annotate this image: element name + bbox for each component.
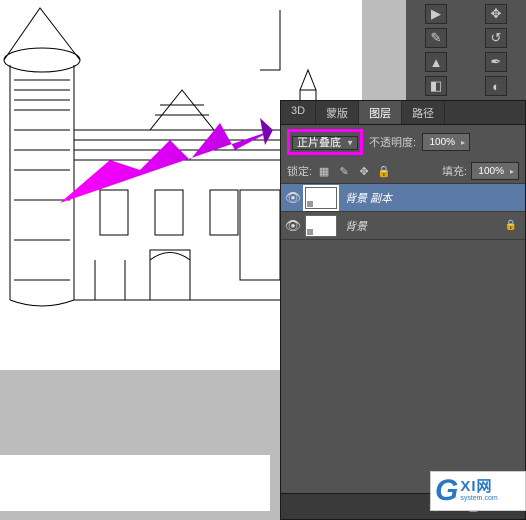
lock-transparency-icon[interactable]: ▦ [316, 163, 332, 179]
watermark-line1: XI网 [460, 479, 497, 496]
chevron-right-icon[interactable]: ▸ [506, 167, 518, 176]
layer-list: 👁 背景 副本 👁 背景 🔒 [281, 184, 525, 479]
watermark: G XI网 system.com [430, 471, 526, 511]
history-brush-icon[interactable]: ↺ [485, 28, 507, 48]
layer-thumbnail[interactable] [305, 215, 337, 237]
watermark-letter: G [435, 474, 458, 508]
toolbox: ▶ ✎ ▲ ◧ ✥ ↺ ✒ ◐ [406, 0, 526, 100]
tab-masks[interactable]: 蒙版 [316, 101, 359, 124]
opacity-input[interactable]: ▸ [422, 133, 470, 151]
panel-tabs: 3D 蒙版 图层 路径 [281, 101, 525, 125]
visibility-toggle[interactable]: 👁 [281, 190, 305, 206]
layer-name[interactable]: 背景 [345, 218, 505, 234]
layers-panel: 3D 蒙版 图层 路径 正片叠底 ▼ 不透明度: ▸ 锁定: ▦ ✎ ✥ 🔒 填… [280, 100, 526, 520]
canvas-secondary[interactable] [0, 455, 270, 511]
play-icon[interactable]: ▶ [425, 4, 447, 24]
chevron-right-icon[interactable]: ▸ [457, 138, 469, 147]
lock-label: 锁定: [287, 163, 312, 179]
stamp-icon[interactable]: ▲ [425, 52, 447, 72]
layer-thumbnail[interactable] [305, 187, 337, 209]
opacity-label: 不透明度: [369, 134, 416, 150]
visibility-toggle[interactable]: 👁 [281, 218, 305, 234]
opacity-field[interactable] [423, 137, 457, 148]
gradient-icon[interactable]: ◧ [425, 76, 447, 96]
layer-name[interactable]: 背景 副本 [345, 190, 525, 206]
tab-3d[interactable]: 3D [281, 101, 316, 124]
watermark-line2: system.com [460, 495, 497, 503]
lock-position-icon[interactable]: ✥ [356, 163, 372, 179]
lock-image-icon[interactable]: ✎ [336, 163, 352, 179]
blend-mode-highlight: 正片叠底 ▼ [287, 129, 363, 155]
fill-input[interactable]: ▸ [471, 162, 519, 180]
blend-mode-select[interactable]: 正片叠底 ▼ [292, 136, 358, 150]
tab-paths[interactable]: 路径 [402, 101, 445, 124]
dodge-icon[interactable]: ◐ [485, 76, 507, 96]
blend-mode-value: 正片叠底 [297, 137, 341, 149]
pen-icon[interactable]: ✒ [485, 52, 507, 72]
layer-item[interactable]: 👁 背景 副本 [281, 184, 525, 212]
fill-label: 填充: [442, 163, 467, 179]
move-icon[interactable]: ✥ [485, 4, 507, 24]
fill-field[interactable] [472, 166, 506, 177]
chevron-down-icon: ▼ [346, 139, 354, 148]
lock-icon: 🔒 [505, 220, 517, 231]
lock-all-icon[interactable]: 🔒 [376, 163, 392, 179]
tab-layers[interactable]: 图层 [359, 101, 402, 124]
layer-item[interactable]: 👁 背景 🔒 [281, 212, 525, 240]
brush-icon[interactable]: ✎ [425, 28, 447, 48]
